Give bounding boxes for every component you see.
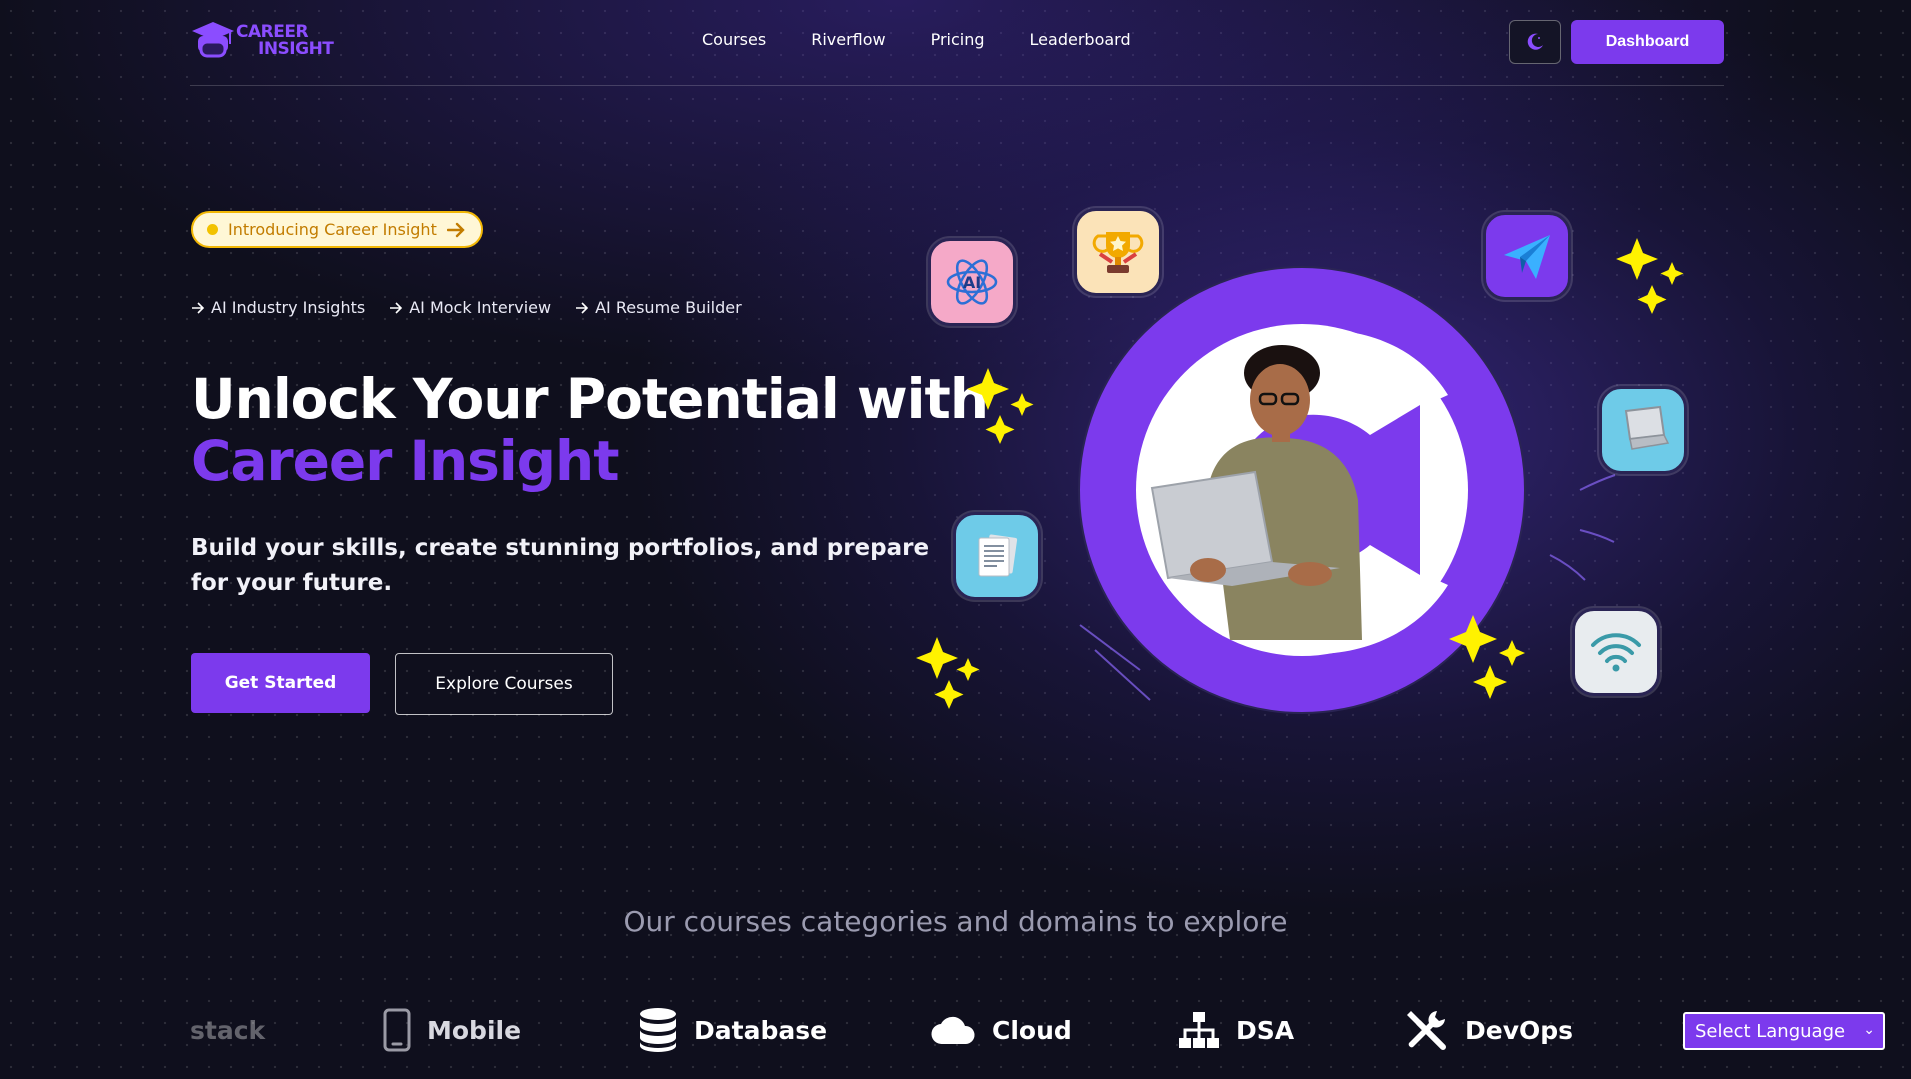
database-icon bbox=[640, 1008, 676, 1052]
chevron-down-icon: ⌄ bbox=[1863, 1022, 1875, 1038]
mobile-icon bbox=[383, 1008, 411, 1052]
feature-label: AI Mock Interview bbox=[409, 298, 552, 317]
category-item[interactable]: Cloud bbox=[930, 1014, 1072, 1046]
badge-label: Introducing Career Insight bbox=[228, 220, 437, 239]
graduation-cap-icon bbox=[192, 22, 234, 58]
logo-text: CAREER INSIGHT bbox=[236, 22, 334, 59]
ai-atom-icon: AI bbox=[928, 238, 1016, 326]
category-item[interactable]: stack bbox=[190, 1016, 265, 1045]
trophy-icon bbox=[1074, 208, 1162, 296]
dashboard-button[interactable]: Dashboard bbox=[1571, 20, 1724, 64]
feature-item[interactable]: AI Mock Interview bbox=[389, 298, 551, 317]
tools-icon bbox=[1407, 1011, 1446, 1050]
category-label: DevOps bbox=[1465, 1015, 1574, 1045]
nav-pricing[interactable]: Pricing bbox=[931, 30, 985, 49]
wifi-icon bbox=[1572, 608, 1660, 696]
explore-courses-button[interactable]: Explore Courses bbox=[395, 653, 613, 715]
get-started-button[interactable]: Get Started bbox=[191, 653, 370, 713]
logo[interactable]: CAREER INSIGHT bbox=[190, 18, 334, 64]
theme-toggle-button[interactable] bbox=[1509, 20, 1561, 64]
nav-courses[interactable]: Courses bbox=[702, 30, 766, 49]
hero-title-line1: Unlock Your Potential with bbox=[191, 367, 989, 431]
category-label: Mobile bbox=[427, 1015, 522, 1045]
category-item[interactable]: DSA bbox=[1178, 1011, 1294, 1049]
arrow-right-icon bbox=[390, 301, 403, 314]
main-nav: Courses Riverflow Pricing Leaderboard bbox=[702, 30, 1131, 49]
arrow-right-icon bbox=[576, 301, 589, 314]
category-item[interactable]: Database bbox=[638, 1007, 827, 1053]
hero-subtitle: Build your skills, create stunning portf… bbox=[191, 535, 930, 596]
paper-plane-icon bbox=[1483, 212, 1571, 300]
introducing-badge[interactable]: Introducing Career Insight bbox=[191, 211, 483, 248]
feature-item[interactable]: AI Resume Builder bbox=[575, 298, 742, 317]
language-select-label: Select Language bbox=[1695, 1020, 1846, 1042]
feature-item[interactable]: AI Industry Insights bbox=[191, 298, 365, 317]
category-item[interactable]: DevOps bbox=[1403, 1007, 1573, 1053]
cloud-icon bbox=[931, 1016, 975, 1045]
hero-title-line2: Career Insight bbox=[191, 429, 620, 493]
categories-title: Our courses categories and domains to ex… bbox=[623, 905, 1288, 938]
feature-label: AI Resume Builder bbox=[595, 298, 742, 317]
badge-dot bbox=[207, 224, 218, 235]
site-header: CAREER INSIGHT Courses Riverflow Pricing… bbox=[190, 0, 1724, 86]
feature-links: AI Industry Insights AI Mock Interview A… bbox=[191, 298, 742, 317]
category-label: Database bbox=[694, 1015, 828, 1045]
nav-riverflow[interactable]: Riverflow bbox=[811, 30, 885, 49]
category-item[interactable]: Mobile bbox=[383, 1008, 521, 1052]
sitemap-icon bbox=[1179, 1012, 1219, 1048]
category-label: Cloud bbox=[992, 1015, 1072, 1045]
language-select[interactable]: Select Language ⌄ bbox=[1683, 1012, 1885, 1050]
category-label: stack bbox=[190, 1015, 266, 1045]
nav-leaderboard[interactable]: Leaderboard bbox=[1030, 30, 1131, 49]
documents-icon bbox=[953, 512, 1041, 600]
laptop-icon bbox=[1599, 386, 1687, 474]
moon-icon bbox=[1527, 33, 1543, 50]
svg-text:AI: AI bbox=[963, 273, 981, 292]
category-label: DSA bbox=[1236, 1015, 1295, 1045]
hero-title: Unlock Your Potential with Career Insigh… bbox=[191, 367, 989, 493]
categories-carousel: stack Mobile Database Cloud DSA DevOps bbox=[190, 1000, 1670, 1060]
arrow-right-icon bbox=[446, 222, 465, 237]
feature-label: AI Industry Insights bbox=[211, 298, 366, 317]
arrow-right-icon bbox=[192, 301, 205, 314]
hero-illustration: AI bbox=[900, 190, 1720, 750]
